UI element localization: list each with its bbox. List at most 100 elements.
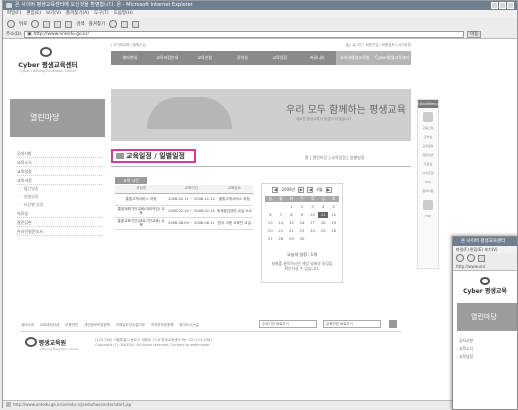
- second-window-menu[interactable]: 파일(F) 편집(E) 보기(V): [453, 246, 517, 253]
- cell-course-name[interactable]: 통합고객서비스 과정: [115, 193, 168, 206]
- lnb-item-qna[interactable]: 질문답변: [17, 218, 102, 227]
- menu-favorites[interactable]: 즐겨찾기(A): [66, 10, 89, 18]
- calendar-day[interactable]: 17: [307, 220, 318, 226]
- calendar-prev-icon[interactable]: ◀: [272, 187, 279, 193]
- calendar-day[interactable]: 12: [328, 212, 339, 218]
- lnb-subitem-daily[interactable]: - 일별일정: [17, 193, 102, 201]
- calendar-month-prev-icon[interactable]: ◀: [307, 187, 314, 193]
- quick-item[interactable]: 자료실: [418, 160, 438, 169]
- calendar-day[interactable]: 25: [318, 228, 329, 234]
- menu-file[interactable]: 파일(F): [7, 10, 21, 18]
- home-icon[interactable]: [65, 20, 73, 28]
- gnb-cyber-institute[interactable]: 사이버평생교육원: [336, 51, 374, 65]
- gnb-apply[interactable]: 교육신청: [186, 55, 224, 61]
- calendar-year[interactable]: 2008년: [281, 187, 295, 193]
- lnb-subitem-bycourse[interactable]: - 과정별 일정: [17, 201, 102, 209]
- calendar-next-icon[interactable]: ▶: [298, 187, 305, 193]
- quick-item[interactable]: 교육일정: [418, 142, 438, 151]
- calendar-day[interactable]: 29: [286, 236, 297, 242]
- calendar-day[interactable]: 26: [328, 228, 339, 234]
- footer-link[interactable]: 개인정보보호정책: [84, 323, 110, 328]
- calendar-day[interactable]: 1: [286, 204, 297, 210]
- second-window-lnb-item[interactable]: 교육소식: [459, 345, 517, 353]
- lnb-subitem-monthly[interactable]: - 월간일정: [17, 185, 102, 193]
- calendar-day[interactable]: 30: [297, 236, 308, 242]
- calendar-day[interactable]: 9: [297, 212, 308, 218]
- footer-link[interactable]: 이메일무단수집거부: [116, 323, 145, 328]
- back-icon[interactable]: [456, 254, 464, 262]
- table-row[interactable]: 통합교육기관(대외기관교육) 교육 2008.06.09 ~ 2008.06.1…: [115, 217, 253, 230]
- calendar-day[interactable]: 11: [317, 212, 329, 218]
- footer-link[interactable]: 찾아오시는길: [179, 323, 198, 328]
- top-link-left[interactable]: | 사이버교육 | 회원가입: [111, 43, 146, 49]
- menu-tools[interactable]: 도구(T): [94, 10, 109, 18]
- lnb-item-notice[interactable]: 공지사항: [17, 149, 102, 158]
- calendar-day[interactable]: 21: [276, 228, 287, 234]
- forward-icon[interactable]: [31, 20, 40, 28]
- gnb-cyber-center[interactable]: Cyber평생교육센터: [373, 51, 411, 65]
- quick-item[interactable]: 교육신청: [418, 124, 438, 133]
- second-window-title[interactable]: 온 사이버 평생교육센터: [453, 237, 517, 246]
- calendar-day[interactable]: 18: [318, 220, 329, 226]
- calendar-day[interactable]: 4: [318, 204, 329, 210]
- menu-edit[interactable]: 편집(E): [26, 10, 41, 18]
- lnb-item-archive[interactable]: 자료실: [17, 209, 102, 218]
- site-logo[interactable]: Cyber 평생교육센터 Cyber Lifelong Education Ce…: [13, 47, 83, 73]
- calendar-day[interactable]: 3: [307, 204, 318, 210]
- gnb-courses[interactable]: 교육과정안내: [149, 55, 187, 61]
- gnb-community[interactable]: 커뮤니티: [299, 55, 337, 61]
- footer-link[interactable]: 저작권보호정책: [151, 323, 174, 328]
- cell-course-name[interactable]: 통합계획기관교육(대외직업) 교육: [115, 205, 168, 218]
- lnb-item-course[interactable]: 교육과정: [17, 176, 102, 185]
- quick-item[interactable]: 강의실: [418, 133, 438, 142]
- calendar-day[interactable]: 19: [328, 220, 339, 226]
- go-button[interactable]: 이동: [467, 30, 482, 38]
- calendar-day[interactable]: 7: [276, 212, 287, 218]
- favorites-label[interactable]: 즐겨찾기: [89, 21, 106, 27]
- calendar-day[interactable]: 16: [297, 220, 308, 226]
- gnb-classroom[interactable]: 강의실: [224, 55, 262, 61]
- second-window-lnb-item[interactable]: 교육일정: [459, 353, 517, 361]
- quick-item[interactable]: 원격지원: [418, 187, 438, 196]
- calendar-day[interactable]: 28: [276, 236, 287, 242]
- footer-link[interactable]: 센터소개: [21, 323, 34, 328]
- gnb-center[interactable]: 센터안내: [111, 55, 149, 61]
- back-icon[interactable]: [7, 20, 15, 28]
- search-label[interactable]: 검색: [76, 21, 84, 27]
- gnb-schedule[interactable]: 교육일정: [261, 55, 299, 61]
- schedule-subtab[interactable]: 교육 시간: [115, 177, 147, 184]
- stop-icon[interactable]: [43, 20, 51, 28]
- close-icon[interactable]: [507, 2, 514, 9]
- menu-view[interactable]: 보기(V): [46, 10, 61, 18]
- quick-top[interactable]: TOP: [418, 212, 438, 221]
- quick-item[interactable]: FAQ: [418, 178, 438, 187]
- footer-link[interactable]: 이용약관: [65, 323, 78, 328]
- footer-go-icon[interactable]: [389, 320, 397, 328]
- address-input[interactable]: ▣ http://www.onledu.go.kr/: [24, 30, 465, 38]
- footer-link[interactable]: 교육과정안내: [40, 323, 59, 328]
- calendar-day[interactable]: 23: [297, 228, 308, 234]
- maximize-icon[interactable]: [499, 2, 506, 9]
- refresh-icon[interactable]: [54, 20, 62, 28]
- minimize-icon[interactable]: [491, 2, 498, 9]
- top-link-right[interactable]: 홈 | 로그인 | 회원가입 | 회원정보 | 사이트맵: [346, 43, 411, 49]
- calendar-day[interactable]: 5: [328, 204, 339, 210]
- quick-item[interactable]: 사이트맵: [418, 169, 438, 178]
- second-window-address[interactable]: http://www.onl: [453, 263, 517, 271]
- history-icon[interactable]: [109, 20, 118, 28]
- second-browser-window[interactable]: 온 사이버 평생교육센터 파일(F) 편집(E) 보기(V) http://ww…: [452, 236, 518, 410]
- stop-icon[interactable]: [478, 254, 485, 262]
- calendar-day[interactable]: 15: [286, 220, 297, 226]
- table-row[interactable]: 통합계획기관교육(대외직업) 교육 2008.02.14 ~ 2008.02.1…: [115, 205, 253, 218]
- calendar-day[interactable]: 8: [286, 212, 297, 218]
- quick-item[interactable]: 질문답변: [418, 151, 438, 160]
- mail-icon[interactable]: [121, 20, 129, 28]
- print-icon[interactable]: [132, 20, 140, 28]
- quick-apply-icon[interactable]: [423, 112, 433, 122]
- calendar-day[interactable]: 14: [276, 220, 287, 226]
- table-row[interactable]: 통합고객서비스 과정 2008.02.11 ~ 2008.12.12 통합고객서…: [115, 193, 253, 206]
- quick-remote-icon[interactable]: [423, 200, 433, 210]
- lnb-item-news[interactable]: 교육소식: [17, 158, 102, 167]
- calendar-day[interactable]: 6: [265, 212, 276, 218]
- lnb-item-survey[interactable]: 온라인설문조사: [17, 227, 102, 236]
